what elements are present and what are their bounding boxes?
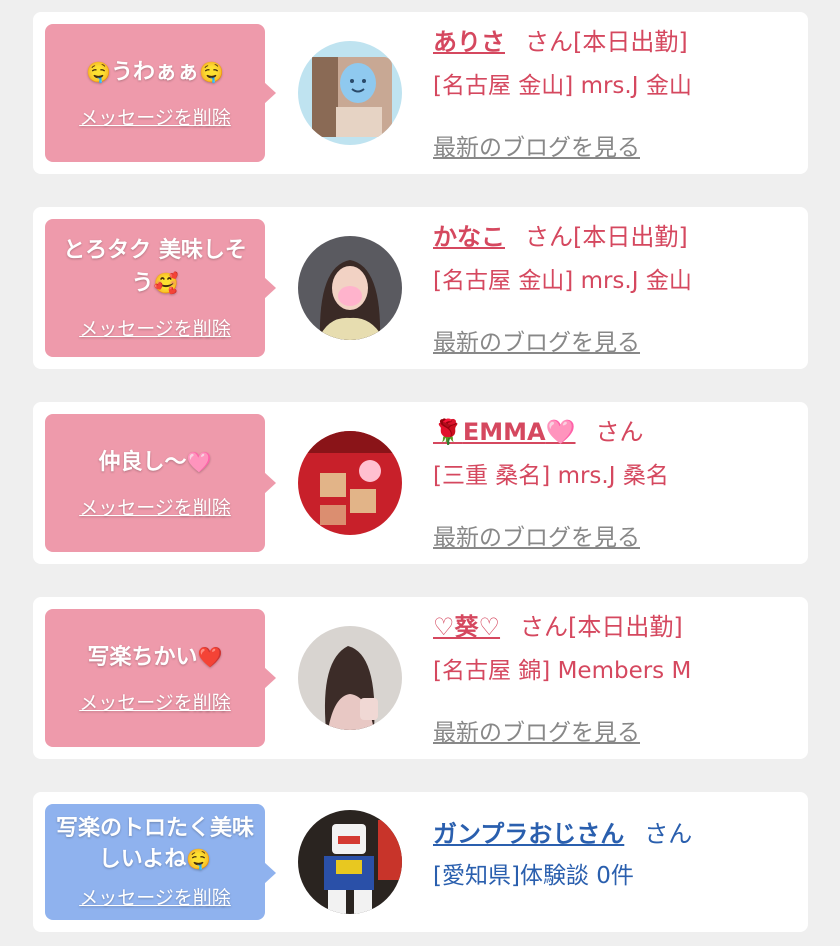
message-text: 仲良し〜🩷	[98, 450, 212, 475]
blog-link[interactable]: 最新のブログを見る	[433, 323, 640, 357]
shop-info: [名古屋 金山] mrs.J 金山	[433, 268, 692, 294]
blog-link[interactable]: 最新のブログを見る	[433, 128, 640, 162]
message-card: 仲良し〜🩷 メッセージを削除 🌹EMMA🩷 さん [三重 桑名] mrs.J 桑名…	[33, 402, 808, 564]
message-text: とろタク 美味しそう🥰	[63, 238, 247, 296]
heart-icon: 🩷	[545, 418, 576, 446]
message-bubble: 🤤うわぁぁ🤤 メッセージを削除	[45, 24, 276, 162]
avatar[interactable]	[298, 236, 402, 340]
name-line: かなこ さん[本日出勤]	[433, 219, 803, 255]
message-card: 🤤うわぁぁ🤤 メッセージを削除 ありさ さん[本日出勤] [名古屋 金山] mrs…	[33, 12, 808, 174]
message-bubble: 写楽のトロたく美味しいよね🤤 メッセージを削除	[45, 804, 276, 920]
cast-status: さん[本日出勤]	[520, 613, 683, 641]
emoji-icon: 🤤	[86, 60, 111, 84]
name-line: ガンプラおじさん さん	[433, 816, 803, 852]
message-text: 写楽のトロたく美味しいよね🤤	[55, 816, 254, 872]
cast-name-link[interactable]: ♡葵♡	[433, 613, 500, 641]
emoji-icon: 🤤	[199, 60, 224, 84]
emoji-icon: ❤️	[197, 645, 223, 669]
cast-info: ♡葵♡ さん[本日出勤] [名古屋 錦] Members M 最新のブログを見る	[433, 609, 803, 747]
message-card: 写楽ちかい❤️ メッセージを削除 ♡葵♡ さん[本日出勤] [名古屋 錦] Mem…	[33, 597, 808, 759]
avatar[interactable]	[298, 626, 402, 730]
blog-link[interactable]: 最新のブログを見る	[433, 518, 640, 552]
shop-info: [名古屋 錦] Members M	[433, 658, 692, 684]
cast-info: 🌹EMMA🩷 さん [三重 桑名] mrs.J 桑名 最新のブログを見る	[433, 414, 803, 552]
delete-message-link[interactable]: メッセージを削除	[79, 314, 231, 341]
message-text: 写楽ちかい❤️	[87, 645, 223, 670]
cast-status: さん[本日出勤]	[525, 28, 688, 56]
emoji-icon: 🥰	[153, 271, 179, 295]
avatar[interactable]	[298, 810, 402, 914]
cast-info: かなこ さん[本日出勤] [名古屋 金山] mrs.J 金山 最新のブログを見る	[433, 219, 803, 357]
message-card: 写楽のトロたく美味しいよね🤤 メッセージを削除 ガンプラおじさん さん [愛知県]…	[33, 792, 808, 932]
reviewer-name-link[interactable]: ガンプラおじさん	[433, 820, 624, 848]
cast-status: さん[本日出勤]	[525, 223, 688, 251]
rose-icon: 🌹	[433, 418, 463, 446]
cast-info: ありさ さん[本日出勤] [名古屋 金山] mrs.J 金山 最新のブログを見る	[433, 24, 803, 162]
name-line: 🌹EMMA🩷 さん	[433, 414, 803, 450]
name-line: ♡葵♡ さん[本日出勤]	[433, 609, 803, 645]
emoji-icon: 🩷	[186, 450, 212, 474]
cast-name-link[interactable]: 🌹EMMA🩷	[433, 418, 576, 446]
cast-info: ガンプラおじさん さん [愛知県]体験談 0件	[433, 816, 803, 894]
delete-message-link[interactable]: メッセージを削除	[79, 493, 231, 520]
message-card: とろタク 美味しそう🥰 メッセージを削除 かなこ さん[本日出勤] [名古屋 金山…	[33, 207, 808, 369]
shop-info: [名古屋 金山] mrs.J 金山	[433, 73, 692, 99]
cast-name-link[interactable]: かなこ	[433, 223, 505, 251]
delete-message-link[interactable]: メッセージを削除	[79, 883, 231, 910]
avatar[interactable]	[298, 431, 402, 535]
message-bubble: 仲良し〜🩷 メッセージを削除	[45, 414, 276, 552]
delete-message-link[interactable]: メッセージを削除	[79, 688, 231, 715]
review-count: [愛知県]体験談 0件	[433, 863, 634, 889]
emoji-icon: 🤤	[186, 847, 212, 871]
cast-name-link[interactable]: ありさ	[433, 28, 505, 56]
message-bubble: 写楽ちかい❤️ メッセージを削除	[45, 609, 276, 747]
name-line: ありさ さん[本日出勤]	[433, 24, 803, 60]
delete-message-link[interactable]: メッセージを削除	[79, 103, 231, 130]
blog-link[interactable]: 最新のブログを見る	[433, 713, 640, 747]
cast-status: さん	[595, 418, 644, 446]
shop-info: [三重 桑名] mrs.J 桑名	[433, 463, 669, 489]
avatar[interactable]	[298, 41, 402, 145]
message-bubble: とろタク 美味しそう🥰 メッセージを削除	[45, 219, 276, 357]
message-text: 🤤うわぁぁ🤤	[86, 60, 224, 85]
reviewer-suffix: さん	[644, 820, 693, 848]
